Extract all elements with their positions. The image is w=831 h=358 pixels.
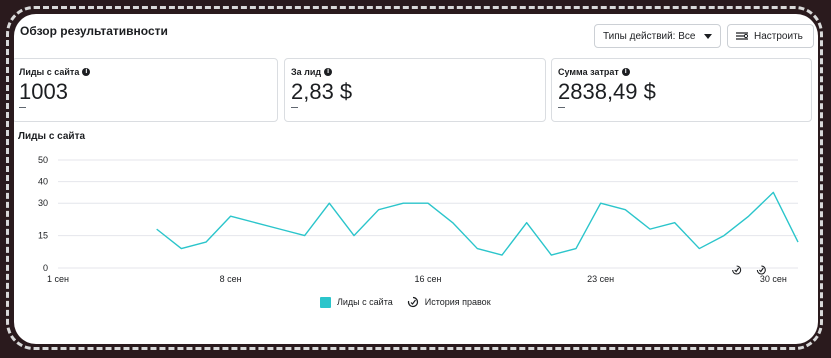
legend-swatch [320,296,331,308]
performance-overview-panel: Обзор результативности Типы действий: Вс… [14,14,818,344]
y-tick-label: 15 [38,231,48,241]
y-tick-label: 0 [43,263,48,273]
legend-label: Лиды с сайта [337,297,393,307]
x-tick-label: 16 сен [415,274,442,284]
chart-legend: Лиды с сайта История правок [320,296,491,308]
legend-item-history[interactable]: История правок [407,296,491,308]
x-tick-label: 30 сен [760,274,787,284]
y-tick-label: 50 [38,155,48,165]
series-line-leads [156,191,799,256]
x-tick-label: 8 сен [220,274,242,284]
legend-label: История правок [424,297,491,307]
x-tick-label: 1 сен [47,274,69,284]
history-icon [407,296,418,308]
leads-line-chart: 0 15 30 40 50 1 сен 8 сен 16 сен 23 сен 30 сен [38,155,799,284]
x-tick-label: 23 сен [587,274,614,284]
y-tick-label: 40 [38,177,48,187]
legend-item-leads[interactable]: Лиды с сайта [320,296,393,308]
history-marker-check [734,267,740,273]
history-marker-check [758,267,764,273]
y-tick-label: 30 [38,198,48,208]
